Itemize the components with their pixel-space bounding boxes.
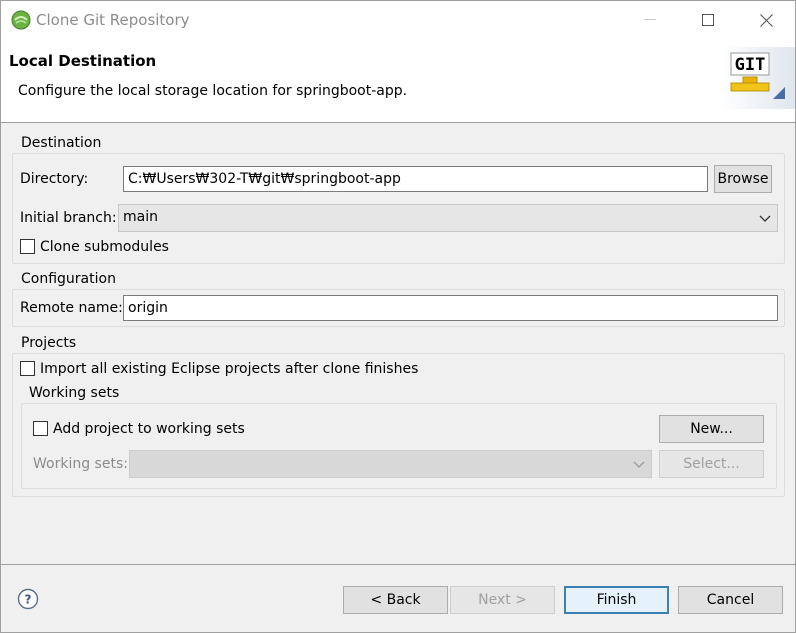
- close-button[interactable]: [737, 1, 795, 39]
- cancel-button[interactable]: Cancel: [678, 586, 783, 614]
- working-sets-label: Working sets:: [33, 456, 128, 472]
- back-button[interactable]: < Back: [343, 586, 448, 614]
- page-title: Local Destination: [9, 52, 157, 70]
- remote-name-input[interactable]: [123, 295, 778, 321]
- minimize-icon: [644, 19, 656, 20]
- git-logo-text: GIT: [735, 55, 766, 75]
- next-button[interactable]: Next >: [450, 586, 555, 614]
- initial-branch-select[interactable]: main: [118, 204, 778, 232]
- chevron-down-icon: [759, 215, 771, 222]
- minimize-button[interactable]: [621, 1, 679, 39]
- add-to-working-sets-checkbox[interactable]: [33, 421, 48, 436]
- clone-git-repository-dialog: Clone Git Repository Local Destination C…: [0, 0, 796, 633]
- clone-submodules-label[interactable]: Clone submodules: [40, 239, 169, 255]
- footer-separator: [1, 564, 795, 565]
- import-projects-label[interactable]: Import all existing Eclipse projects aft…: [40, 361, 418, 377]
- directory-input[interactable]: [123, 166, 708, 192]
- initial-branch-value: main: [123, 209, 158, 225]
- finish-button[interactable]: Finish: [564, 586, 669, 614]
- window-title: Clone Git Repository: [36, 11, 190, 29]
- remote-name-label: Remote name:: [20, 300, 123, 316]
- directory-label: Directory:: [20, 171, 89, 187]
- svg-text:?: ?: [25, 593, 32, 607]
- projects-group-label: Projects: [19, 335, 79, 351]
- title-bar: Clone Git Repository: [1, 1, 795, 39]
- destination-group-label: Destination: [19, 135, 104, 151]
- import-projects-checkbox[interactable]: [20, 361, 35, 376]
- wizard-header: Local Destination Configure the local st…: [1, 39, 795, 123]
- new-working-set-button[interactable]: New...: [659, 415, 764, 443]
- add-to-working-sets-label[interactable]: Add project to working sets: [53, 421, 245, 437]
- git-logo: GIT: [721, 47, 795, 109]
- clone-submodules-checkbox[interactable]: [20, 239, 35, 254]
- maximize-icon: [702, 14, 714, 26]
- close-icon: [759, 13, 773, 27]
- help-icon[interactable]: ?: [17, 588, 39, 610]
- chevron-down-icon: [633, 461, 645, 468]
- eclipse-app-icon: [11, 10, 31, 30]
- initial-branch-label: Initial branch:: [20, 210, 117, 226]
- working-sets-group-label: Working sets: [27, 385, 122, 401]
- browse-button[interactable]: Browse: [714, 165, 772, 193]
- working-sets-select[interactable]: [129, 450, 652, 478]
- configuration-group-label: Configuration: [19, 271, 118, 287]
- select-working-sets-button[interactable]: Select...: [659, 450, 764, 478]
- maximize-button[interactable]: [679, 1, 737, 39]
- page-description: Configure the local storage location for…: [18, 83, 408, 99]
